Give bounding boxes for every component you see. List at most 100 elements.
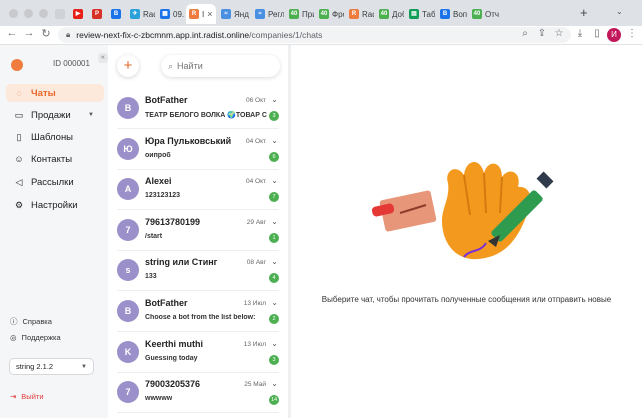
chevron-down-icon: ▼ [88, 112, 94, 118]
profile-avatar[interactable]: И [607, 28, 621, 42]
tab-favicon-icon: 40 [472, 9, 482, 19]
empty-state-message: Выберите чат, чтобы прочитать полученные… [321, 295, 612, 304]
add-chat-button[interactable]: + [117, 55, 139, 77]
chat-name: BotFather [145, 298, 188, 308]
browser-tab[interactable]: ≈ Регл [252, 4, 284, 24]
tab-favicon-icon [55, 9, 65, 19]
chat-name: string или Стинг [145, 257, 218, 268]
chat-preview: /start [145, 232, 163, 240]
address-bar[interactable]: 🔒︎ review-next-fix-c-zbcmnm.app.int.radi… [58, 27, 571, 43]
window-minimize-button[interactable] [24, 9, 33, 18]
chat-menu-chevron-icon[interactable]: ⌄ [271, 379, 278, 388]
browser-tab[interactable]: P [89, 4, 106, 24]
browser-tab[interactable]: RRadi [346, 4, 374, 24]
collapse-sidebar-icon[interactable]: « [98, 53, 108, 63]
new-tab-button[interactable]: + [580, 5, 588, 20]
chat-search[interactable]: ⌕ [161, 55, 280, 77]
browser-tab[interactable]: ▦09.1 [157, 4, 184, 24]
chat-name: BotFather [145, 95, 188, 105]
zoom-search-icon[interactable]: ⌕ [519, 28, 531, 39]
chat-list-item[interactable]: A Alexei 04 Окт 123123123 7 ⌄ [113, 170, 283, 211]
chat-list-item[interactable]: 7 79003205376 25 Май wwwww 14 ⌄ [113, 373, 283, 414]
chat-menu-chevron-icon[interactable]: ⌄ [271, 257, 278, 266]
avatar: A [117, 178, 139, 201]
browser-tab[interactable]: 40 Отч [469, 4, 499, 24]
tab-favicon-icon: ✈ [130, 9, 140, 19]
window-close-button[interactable] [9, 9, 18, 18]
browser-menu-icon[interactable]: ⋮ [626, 28, 638, 39]
browser-tab[interactable]: ✈Radi [127, 4, 155, 24]
sidebar-item-label: Контакты [31, 153, 73, 165]
chat-date: 29 Авг [246, 218, 266, 226]
download-icon[interactable]: ⤓ [574, 28, 586, 39]
browser-tab[interactable]: ▶ [70, 4, 87, 24]
help-label: Справка [22, 317, 52, 326]
forward-arrow-icon[interactable]: → [22, 27, 36, 39]
help-link[interactable]: ⓘ Справка [10, 316, 52, 327]
browser-tab[interactable]: 40Фро [316, 4, 344, 24]
unread-badge: 7 [269, 192, 279, 203]
chat-list-item[interactable]: Ю Юра Пульковський 04 Окт оипроб 6 ⌄ [113, 130, 283, 170]
sidebar-item[interactable]: ▭ Продажи ▼ [6, 106, 104, 124]
avatar: B [117, 97, 139, 119]
chat-date: 25 Май [244, 381, 266, 389]
back-arrow-icon[interactable]: ← [5, 27, 19, 39]
panel-divider [288, 45, 291, 418]
tab-label: Табл [422, 9, 435, 19]
support-link[interactable]: ◎ Поддержка [10, 333, 61, 342]
side-panel-icon[interactable]: ▯ [591, 28, 603, 39]
sidebar-item[interactable]: ☺ Контакты [6, 150, 104, 168]
browser-tab[interactable]: ▤Табл [406, 4, 435, 24]
chat-menu-chevron-icon[interactable]: ⌄ [271, 136, 278, 145]
chat-list-item[interactable]: s string или Стинг 08 Авг 133 4 ⌄ [113, 251, 283, 292]
lock-icon: 🔒︎ [66, 30, 71, 39]
reload-icon[interactable]: ↻ [39, 27, 53, 40]
chat-list-item[interactable]: B BotFather 13 Июл Choose a bot from the li… [113, 292, 283, 332]
browser-tab[interactable]: 40При [286, 4, 314, 24]
tab-favicon-icon: ≈ [221, 9, 231, 19]
browser-tab[interactable]: ≈ Янд [218, 4, 250, 24]
tab-list-chevron-icon[interactable]: ⌄ [616, 7, 623, 16]
browser-tab[interactable]: R I × [186, 4, 216, 24]
templates-icon: ▯ [16, 131, 22, 142]
chat-menu-chevron-icon[interactable]: ⌄ [271, 217, 278, 226]
avatar: B [117, 300, 139, 322]
support-icon: ◎ [10, 333, 17, 342]
tab-label: Фро [332, 9, 344, 19]
version-select[interactable]: string 2.1.2 ▼ [9, 358, 94, 375]
bookmark-star-icon[interactable]: ☆ [553, 28, 565, 39]
sidebar-item[interactable]: ◌ Чаты [6, 84, 104, 102]
chat-preview: 133 [145, 273, 157, 281]
chat-list-item[interactable]: B BotFather 06 Окт ТЕАТР БЕЛОГО ВОЛКА 🌍ТОВА… [113, 89, 283, 129]
browser-tab[interactable]: B [108, 4, 125, 24]
tab-favicon-icon: B [440, 9, 450, 19]
chat-name: Юра Пульковський [145, 135, 232, 146]
tab-label: I [202, 9, 205, 19]
chat-preview: Choose a bot from the list below: [145, 314, 256, 321]
chat-list-item[interactable]: K Keerthi muthi 13 Июл Guessing today 3 ⌄ [113, 333, 283, 373]
chat-name: 79613780199 [145, 216, 201, 227]
share-icon[interactable]: ⇪ [536, 28, 548, 39]
sidebar-item[interactable]: ⚙ Настройки [6, 196, 104, 214]
chat-menu-chevron-icon[interactable]: ⌄ [271, 95, 278, 104]
browser-tab[interactable]: 40Доб [376, 4, 404, 24]
radist-logo [11, 59, 23, 71]
chat-menu-chevron-icon[interactable]: ⌄ [271, 339, 278, 348]
chat-menu-chevron-icon[interactable]: ⌄ [271, 298, 278, 307]
chat-list-item[interactable]: 7 79613780199 29 Авг/start 1 ⌄ [113, 211, 283, 251]
search-input[interactable] [177, 61, 268, 71]
broadcast-icon: ◁ [15, 176, 23, 187]
sidebar-item[interactable]: ◁ Рассылки [6, 173, 104, 191]
sidebar-item[interactable]: ▯ Шаблоны [6, 128, 104, 146]
window-zoom-button[interactable] [39, 9, 48, 18]
url-domain: review-next-fix-c-zbcmnm.app.int.radist.… [76, 30, 250, 40]
tab-close-icon[interactable]: × [207, 9, 212, 19]
browser-tab[interactable]: BВопр [437, 4, 467, 24]
logout-button[interactable]: ⇥ Выйти [10, 392, 44, 401]
waving-hand-illustration [371, 161, 554, 260]
avatar: s [117, 259, 139, 282]
tab-favicon-icon: 40 [379, 9, 389, 19]
chat-menu-chevron-icon[interactable]: ⌄ [271, 176, 278, 185]
browser-tab[interactable] [52, 4, 68, 24]
tab-favicon-icon: B [111, 9, 121, 19]
